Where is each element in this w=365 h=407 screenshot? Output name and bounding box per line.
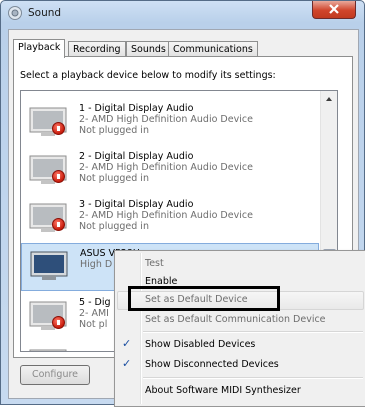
device-item[interactable]: 3 - Digital Display Audio 2- AMD High De… [21, 195, 319, 243]
error-status-icon [52, 316, 65, 329]
menu-item-test[interactable]: Test [145, 258, 164, 269]
speaker-icon [8, 6, 22, 20]
device-status: Not plugged in [79, 125, 149, 136]
device-status: Not plugged in [79, 221, 149, 232]
monitor-icon [29, 349, 67, 351]
device-name: 5 - Dig [79, 297, 111, 308]
device-item[interactable]: 2 - Digital Display Audio 2- AMD High De… [21, 147, 319, 195]
error-status-icon [52, 170, 65, 183]
menu-separator [143, 377, 363, 379]
device-driver: 2- AMD High Definition Audio Device [79, 210, 253, 221]
device-driver: 2- AMD High Definition Audio Device [79, 114, 253, 125]
tab-playback[interactable]: Playback [13, 39, 66, 58]
menu-separator [143, 331, 363, 333]
tab-communications[interactable]: Communications [168, 41, 258, 57]
error-status-icon [52, 122, 65, 135]
tab-sounds[interactable]: Sounds [126, 41, 171, 57]
menu-item-show-disabled-devices[interactable]: Show Disabled Devices [145, 339, 255, 350]
device-driver: 2- AMI [79, 308, 109, 319]
instruction-text: Select a playback device below to modify… [20, 70, 276, 81]
monitor-icon [30, 251, 68, 280]
menu-item-set-default-communication-device[interactable]: Set as Default Communication Device [145, 314, 326, 325]
context-menu: Test Enable Set as Default Device Set as… [114, 250, 365, 407]
device-name: 3 - Digital Display Audio [79, 199, 194, 210]
device-name: 1 - Digital Display Audio [79, 103, 194, 114]
device-status: Not pl [79, 319, 108, 330]
configure-button[interactable]: Configure [20, 365, 90, 385]
title-bar[interactable]: Sound [1, 1, 364, 25]
menu-gutter [140, 253, 142, 404]
close-button[interactable] [312, 1, 356, 19]
menu-item-about-midi-synth[interactable]: About Software MIDI Synthesizer [145, 385, 301, 396]
checkmark-icon: ✓ [122, 357, 132, 370]
device-item[interactable]: 1 - Digital Display Audio 2- AMD High De… [21, 99, 319, 147]
error-status-icon [52, 218, 65, 231]
tab-recording[interactable]: Recording [68, 41, 126, 57]
device-name: 2 - Digital Display Audio [79, 151, 194, 162]
highlight-annotation-box [128, 286, 280, 311]
scroll-up-arrow-icon[interactable] [321, 91, 337, 107]
device-status: Not plugged in [79, 173, 149, 184]
menu-item-show-disconnected-devices[interactable]: Show Disconnected Devices [145, 359, 279, 370]
checkmark-icon: ✓ [122, 337, 132, 350]
configure-label: Configure [31, 369, 79, 380]
close-icon [329, 4, 339, 14]
window-title: Sound [28, 7, 62, 19]
device-driver: 2- AMD High Definition Audio Device [79, 162, 253, 173]
